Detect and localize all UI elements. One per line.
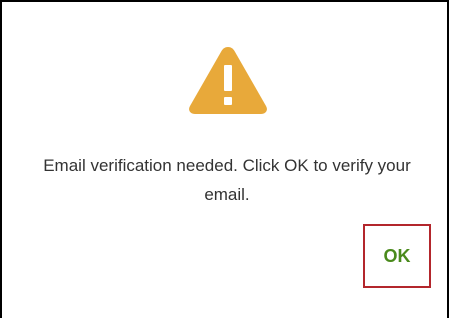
warning-icon <box>189 47 267 114</box>
ok-button[interactable]: OK <box>363 224 431 288</box>
dialog-message: Email verification needed. Click OK to v… <box>43 156 411 204</box>
verification-dialog: Email verification needed. Click OK to v… <box>0 0 449 318</box>
